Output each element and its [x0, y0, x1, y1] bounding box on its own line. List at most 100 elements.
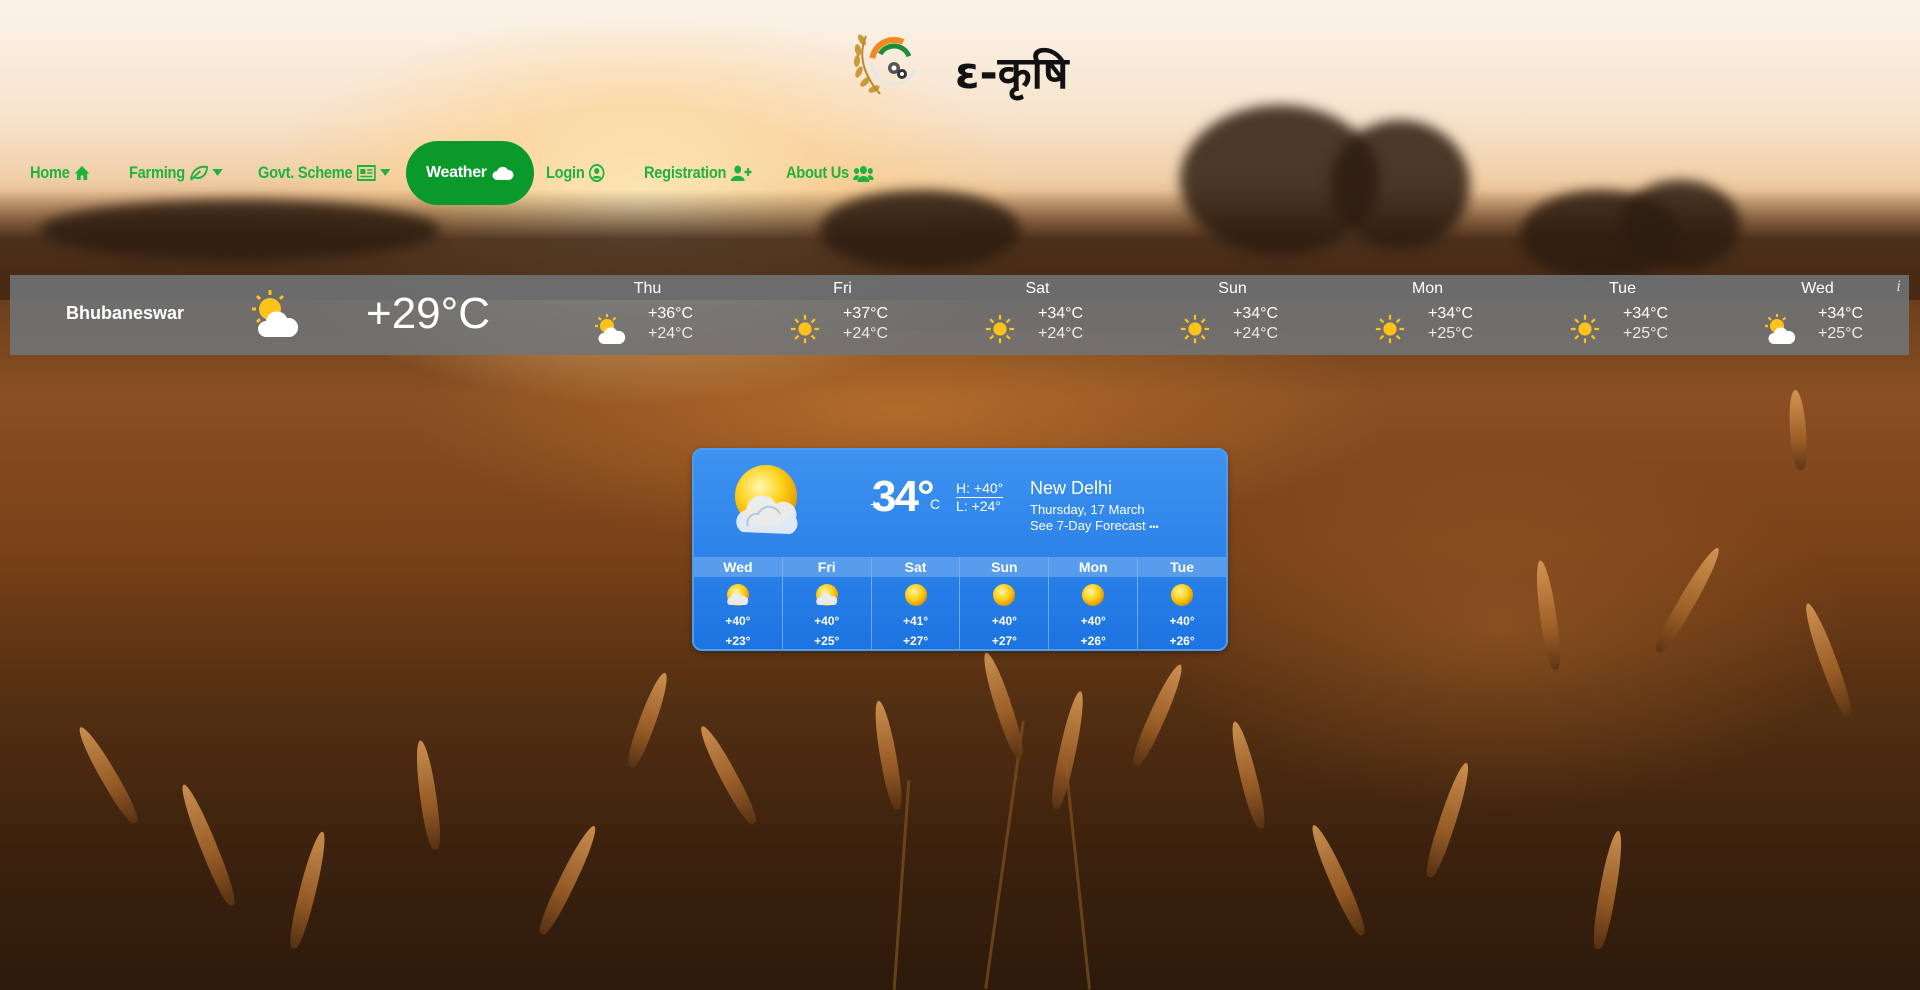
- widget-day-name: Mon: [1049, 557, 1138, 577]
- strip-day-name: Wed: [1801, 280, 1834, 297]
- nav-label: About Us: [786, 163, 849, 182]
- widget-day-high: +41°: [902, 614, 929, 628]
- see-forecast-link[interactable]: See 7-Day Forecast •••: [1030, 518, 1159, 533]
- widget-date: Thursday, 17 March: [1030, 502, 1145, 517]
- widget-day-low: +26°: [1080, 634, 1106, 648]
- widget-forecast-day: Sat +41° +27°: [871, 557, 961, 649]
- widget-forecast-day: Fri +40° +25°: [782, 557, 872, 649]
- strip-day-low: +24°C: [648, 325, 694, 342]
- nav-label: Farming: [129, 163, 185, 182]
- strip-day-name: Sun: [1218, 280, 1247, 297]
- strip-forecast-day: Thu +36°C +24°C: [550, 275, 745, 355]
- widget-day-low: +27°: [902, 634, 929, 648]
- strip-day-low: +25°C: [1428, 325, 1474, 342]
- high-low: H: +40° L: +24°: [956, 480, 1004, 515]
- sun-cloud-icon: [724, 581, 752, 609]
- strip-forecast-day: Tue +34°C +25°C: [1525, 275, 1720, 355]
- strip-day-high: +34°C: [1818, 305, 1864, 322]
- nav-label: Govt. Scheme: [258, 163, 353, 182]
- strip-forecast-day: Sat +34°C +24°C: [940, 275, 1135, 355]
- sun-icon: [1179, 313, 1213, 345]
- sun-icon: [902, 581, 930, 609]
- widget-day-name: Fri: [782, 557, 871, 577]
- tree-silhouette: [1620, 180, 1740, 270]
- strip-day-name: Tue: [1609, 280, 1636, 297]
- widget-day-high: +40°: [814, 614, 840, 628]
- widget-day-low: +23°: [725, 634, 751, 648]
- nav-weather[interactable]: Weather: [406, 141, 534, 205]
- widget-forecast-day: Mon +40° +26°: [1049, 557, 1139, 649]
- leaf-icon: [189, 165, 209, 181]
- brand-name[interactable]: ε-कृषि: [955, 52, 1068, 96]
- user-plus-icon: [730, 165, 752, 181]
- widget-day-high: +40°: [991, 614, 1017, 628]
- strip-day-low: +25°C: [1818, 325, 1864, 342]
- strip-forecast-day: Wed +34°C +25°C: [1720, 275, 1915, 355]
- strip-day-high: +34°C: [1428, 305, 1474, 322]
- strip-forecast-day: Mon +34°C +25°C: [1330, 275, 1525, 355]
- widget-day-low: +27°: [991, 634, 1017, 648]
- partly-cloudy-icon: [246, 287, 306, 343]
- strip-day-name: Thu: [633, 280, 662, 297]
- sun-icon: [1569, 313, 1603, 345]
- strip-day-name: Sat: [1025, 280, 1050, 297]
- sun-icon: [984, 313, 1018, 345]
- nav-registration[interactable]: Registration: [644, 141, 752, 205]
- cloud-icon: [492, 166, 514, 181]
- widget-day-high: +40°: [1169, 614, 1195, 628]
- nav-about-us[interactable]: About Us: [786, 141, 874, 205]
- strip-day-high: +34°C: [1623, 305, 1669, 322]
- strip-day-high: +36°C: [648, 305, 694, 322]
- widget-forecast-day: Tue +40° +26°: [1138, 557, 1226, 649]
- nav-home[interactable]: Home: [30, 141, 90, 205]
- chevron-down-icon: [212, 169, 223, 177]
- field-glow: [0, 330, 1920, 990]
- strip-forecast-day: Fri +37°C +24°C: [745, 275, 940, 355]
- temp-unit: C: [930, 496, 941, 512]
- sun-icon: [1079, 581, 1107, 609]
- sun-icon: [990, 581, 1018, 609]
- current-temp: 34°: [872, 472, 935, 521]
- widget-city: New Delhi: [1030, 478, 1113, 498]
- strip-day-name: Mon: [1411, 280, 1444, 297]
- sun-cloud-icon: [728, 460, 810, 538]
- chevron-down-icon: [379, 169, 391, 177]
- widget-forecast-day: Wed +40° +23°: [694, 557, 783, 649]
- newspaper-icon: [356, 165, 376, 181]
- nav-govt-scheme[interactable]: Govt. Scheme: [258, 141, 391, 205]
- widget-day-low: +26°: [1169, 634, 1195, 648]
- strip-day-low: +24°C: [1233, 325, 1279, 342]
- brand-logo[interactable]: [848, 24, 928, 100]
- widget-day-name: Wed: [694, 557, 782, 577]
- widget-day-name: Sun: [960, 557, 1049, 577]
- see-forecast-label: See 7-Day Forecast: [1030, 518, 1146, 533]
- more-dots-icon: •••: [1149, 522, 1159, 532]
- high-temp: H: +40°: [956, 480, 1004, 498]
- weather-widget-new-delhi[interactable]: + 34° C H: +40° L: +24° New Delhi Thursd…: [692, 448, 1228, 651]
- tree-silhouette: [40, 200, 440, 260]
- widget-day-name: Sat: [871, 557, 960, 577]
- strip-current-temp: +29°C: [366, 289, 491, 338]
- sun-cloud-icon: [813, 581, 841, 609]
- strip-day-low: +24°C: [843, 325, 889, 342]
- widget-forecast-grid: Wed +40° +23° Fri +40° +25° Sat +41° +27° Sun +40°…: [694, 557, 1226, 649]
- strip-day-name: Fri: [833, 280, 852, 297]
- nav-label: Home: [30, 163, 70, 182]
- weather-strip-widget[interactable]: Bhubaneswar +29°C i Thu +36°C +24°C Fri +37°…: [10, 275, 1909, 355]
- tree-silhouette: [1330, 120, 1470, 250]
- users-icon: [853, 165, 874, 182]
- sun-icon: [1374, 313, 1408, 345]
- widget-day-high: +40°: [1080, 614, 1106, 628]
- strip-day-low: +25°C: [1623, 325, 1669, 342]
- user-circle-icon: [588, 164, 605, 182]
- nav-login[interactable]: Login: [546, 141, 605, 205]
- strip-day-low: +24°C: [1038, 325, 1084, 342]
- widget-day-name: Tue: [1138, 557, 1226, 577]
- partly-cloudy-icon: [594, 313, 628, 345]
- sun-icon: [789, 313, 823, 345]
- sun-icon: [1168, 581, 1196, 609]
- low-temp: L: +24°: [956, 498, 1001, 514]
- partly-cloudy-icon: [1764, 313, 1798, 345]
- strip-city: Bhubaneswar: [66, 303, 185, 323]
- nav-farming[interactable]: Farming: [129, 141, 223, 205]
